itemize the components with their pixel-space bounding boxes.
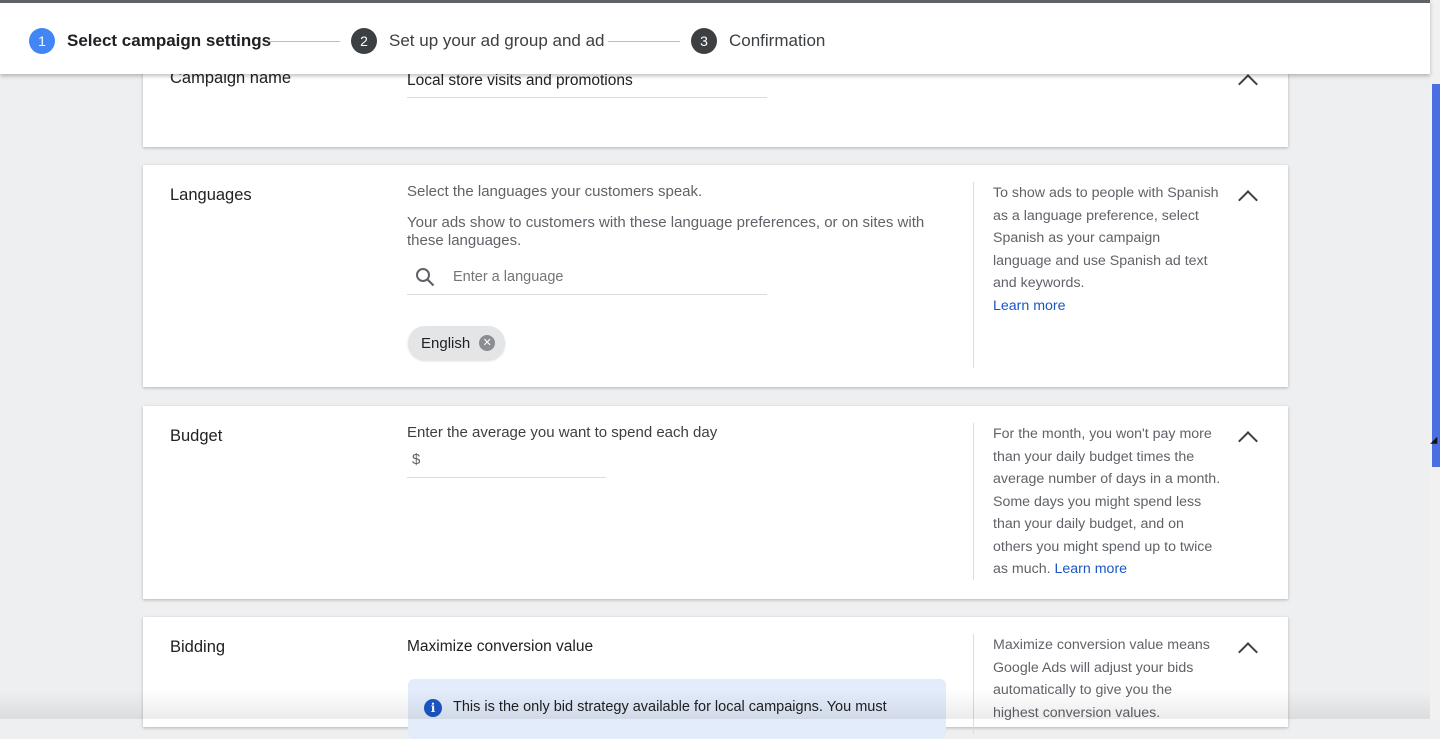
languages-description-cont: these languages. bbox=[407, 232, 522, 249]
step-set-up-ad-group[interactable]: 2 Set up your ad group and ad bbox=[351, 27, 605, 55]
remove-chip-icon[interactable]: ✕ bbox=[479, 335, 496, 351]
step-confirmation[interactable]: 3 Confirmation bbox=[691, 27, 825, 55]
languages-prompt: Select the languages your customers spea… bbox=[407, 183, 703, 200]
daily-budget-input[interactable] bbox=[427, 448, 601, 472]
bidding-help-text: Maximize conversion value means Google A… bbox=[993, 637, 1210, 721]
collapse-chevron-up-icon[interactable] bbox=[1238, 74, 1258, 94]
budget-input-underline bbox=[407, 477, 606, 478]
currency-symbol: $ bbox=[412, 451, 421, 468]
step-number-2: 2 bbox=[351, 28, 377, 54]
language-search-underline bbox=[407, 294, 767, 295]
budget-title: Budget bbox=[170, 427, 223, 445]
bidding-info-box: i This is the only bid strategy availabl… bbox=[408, 679, 946, 739]
step-label: Confirmation bbox=[729, 31, 826, 50]
bidding-info-text: This is the only bid strategy available … bbox=[453, 699, 887, 715]
language-search-input[interactable] bbox=[451, 265, 755, 289]
step-number-1: 1 bbox=[29, 28, 55, 54]
campaign-name-underline bbox=[407, 97, 767, 98]
collapse-chevron-up-icon[interactable] bbox=[1238, 431, 1258, 451]
budget-card: Budget Enter the average you want to spe… bbox=[143, 406, 1288, 599]
languages-learn-more-link[interactable]: Learn more bbox=[993, 298, 1066, 314]
step-select-campaign-settings[interactable]: 1 Select campaign settings bbox=[29, 27, 271, 55]
language-chip-english: English ✕ bbox=[408, 326, 505, 360]
campaign-stepper: 1 Select campaign settings 2 Set up your… bbox=[0, 0, 1430, 74]
step-connector bbox=[608, 41, 680, 42]
step-label: Select campaign settings bbox=[67, 31, 272, 50]
step-number-3: 3 bbox=[691, 28, 717, 54]
step-label: Set up your ad group and ad bbox=[389, 31, 605, 50]
chip-label: English bbox=[421, 334, 471, 352]
languages-description: Your ads show to customers with these la… bbox=[407, 214, 925, 231]
budget-help-text: For the month, you won't pay more than y… bbox=[993, 426, 1221, 577]
collapse-chevron-up-icon[interactable] bbox=[1238, 190, 1258, 210]
bidding-card: Bidding Maximize conversion value i This… bbox=[143, 617, 1288, 739]
budget-learn-more-link[interactable]: Learn more bbox=[1055, 561, 1128, 577]
budget-prompt: Enter the average you want to spend each… bbox=[407, 424, 718, 441]
budget-help: For the month, you won't pay more than y… bbox=[973, 423, 1221, 580]
bidding-title: Bidding bbox=[170, 638, 226, 656]
search-icon bbox=[415, 267, 435, 287]
step-connector bbox=[268, 41, 340, 42]
collapse-chevron-up-icon[interactable] bbox=[1238, 642, 1258, 662]
bidding-help: Maximize conversion value means Google A… bbox=[973, 634, 1221, 734]
info-icon: i bbox=[424, 699, 442, 717]
languages-title: Languages bbox=[170, 186, 252, 204]
campaign-name-input[interactable]: Local store visits and promotions bbox=[407, 72, 633, 90]
languages-card: Languages Select the languages your cust… bbox=[143, 165, 1288, 387]
languages-help-text: To show ads to people with Spanish as a … bbox=[993, 185, 1219, 291]
bidding-strategy: Maximize conversion value bbox=[407, 638, 594, 655]
languages-help: To show ads to people with Spanish as a … bbox=[973, 182, 1221, 368]
scrollbar-thumb[interactable] bbox=[1432, 84, 1440, 467]
